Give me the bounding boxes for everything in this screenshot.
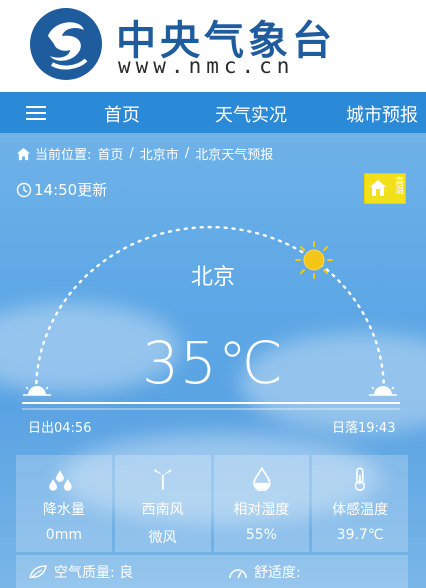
detail-label: 相对湿度	[233, 502, 290, 518]
comfort-index[interactable]: 舒适度:	[228, 562, 301, 582]
detail-wind: 西南风 微风	[114, 455, 211, 552]
detail-humidity: 相对湿度 55%	[213, 455, 310, 552]
site-url: www.nmc.cn	[118, 54, 295, 78]
nmc-logo-icon[interactable]	[28, 6, 104, 82]
air-quality[interactable]: 空气质量: 良	[28, 562, 133, 582]
rain-drops-icon	[49, 470, 72, 491]
nav-item-weather-live[interactable]: 天气实况	[215, 101, 287, 127]
site-header: 中央气象台 www.nmc.cn	[0, 0, 426, 92]
weather-panel: 当前位置: 首页 / 北京市 / 北京天气预报 14:50更新 高温 北京 35…	[0, 133, 426, 588]
detail-value: 55%	[245, 527, 277, 543]
city-name: 北京	[190, 265, 235, 290]
nav-item-city-forecast[interactable]: 城市预报	[346, 101, 418, 127]
sunset-time: 日落19:43	[332, 421, 396, 436]
gauge-icon	[229, 569, 247, 579]
detail-value: 39.7℃	[336, 527, 384, 543]
detail-value: 微风	[148, 530, 177, 546]
detail-feels-like: 体感温度 39.7℃	[312, 455, 408, 552]
sunrise-time: 日出04:56	[28, 421, 92, 436]
water-drop-icon	[252, 467, 271, 491]
detail-value: 0mm	[45, 527, 82, 543]
weather-details: 降水量 0mm 西南风 微风 相对湿度 55% 体感温度 39.7℃	[16, 455, 408, 552]
comfort-text: 舒适度:	[254, 565, 301, 581]
detail-label: 降水量	[42, 502, 85, 518]
nav-item-home[interactable]: 首页	[104, 101, 140, 127]
detail-label: 体感温度	[332, 502, 389, 518]
main-nav: 首页 天气实况 城市预报	[0, 92, 426, 133]
leaf-icon	[29, 565, 47, 579]
wind-turbine-icon	[153, 469, 172, 490]
detail-precipitation: 降水量 0mm	[16, 455, 112, 552]
hamburger-menu-icon[interactable]	[26, 102, 46, 122]
thermometer-icon	[354, 467, 366, 491]
detail-label: 西南风	[141, 502, 184, 518]
air-quality-bar: 空气质量: 良 舒适度:	[16, 555, 408, 588]
current-temperature: 35℃	[142, 329, 284, 397]
air-quality-text: 空气质量: 良	[54, 565, 134, 581]
